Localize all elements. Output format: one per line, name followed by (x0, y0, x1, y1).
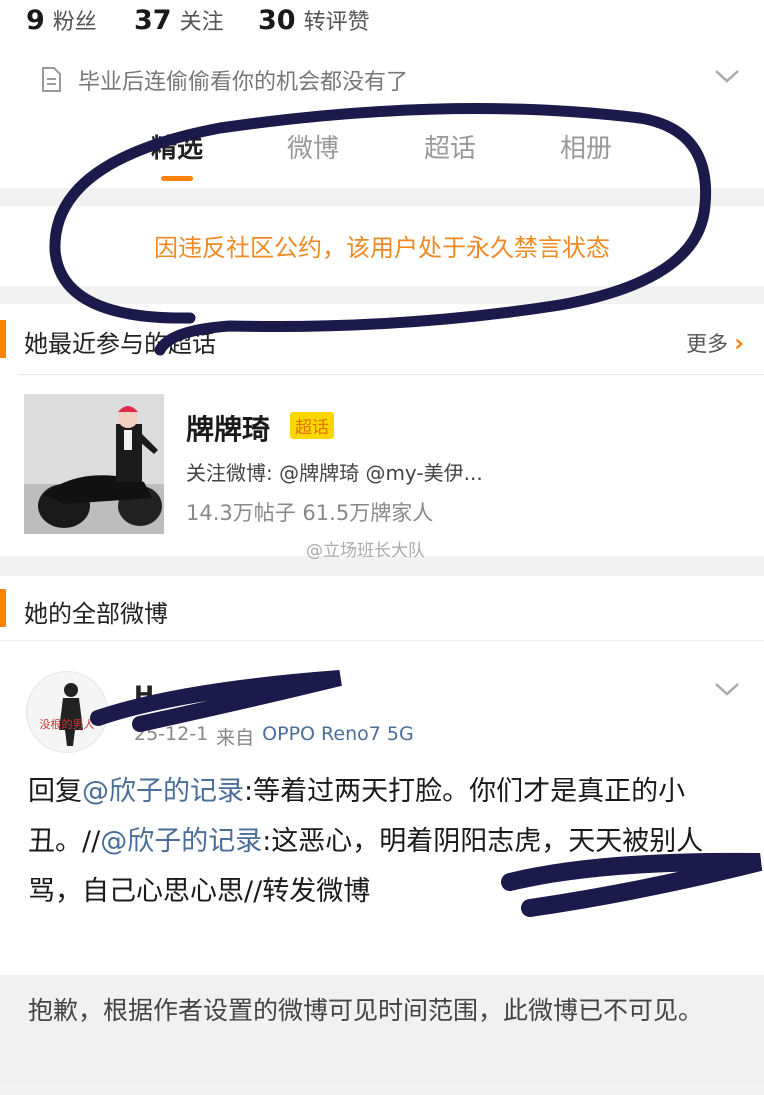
more-link[interactable]: 更多 › (686, 328, 744, 358)
active-tab-indicator (161, 176, 193, 181)
chevron-down-icon[interactable] (714, 681, 740, 697)
following-count: 37 (134, 5, 172, 36)
ban-notice-card: 因违反社区公约，该用户处于永久禁言状态 (0, 206, 764, 286)
tab-weibo[interactable]: 微博 (258, 128, 368, 168)
mention-link[interactable]: @欣子的记录 (82, 776, 244, 807)
more-label: 更多 (686, 332, 729, 356)
document-icon (42, 67, 61, 92)
post-date: 25-12-1 (134, 723, 209, 745)
divider (18, 374, 764, 375)
post-text: 回复 (28, 776, 82, 807)
following-stat[interactable]: 37 关注 (134, 4, 224, 44)
post-username[interactable]: H (134, 681, 154, 709)
super-topics-title: 她最近参与的超话 (24, 330, 216, 358)
topic-cover-image[interactable] (24, 394, 164, 534)
all-posts-header: 她的全部微博 (0, 576, 764, 640)
all-posts-title: 她的全部微博 (24, 600, 168, 628)
avatar-caption: 没根的男人 (39, 718, 95, 731)
bio-row[interactable]: 毕业后连偷偷看你的机会都没有了 (40, 62, 740, 98)
section-accent-bar (0, 589, 6, 627)
section-accent-bar (0, 320, 6, 358)
tab-featured[interactable]: 精选 (122, 128, 232, 168)
avatar-figure (59, 683, 83, 746)
likes-label: 转评赞 (303, 10, 370, 35)
bio-text: 毕业后连偷偷看你的机会都没有了 (78, 70, 409, 95)
topic-stats: 14.3万帖子 61.5万牌家人 (186, 501, 434, 525)
post-source-prefix: 来自 (216, 727, 255, 749)
topic-name[interactable]: 牌牌琦 (186, 408, 270, 448)
chevron-right-icon: › (734, 329, 744, 357)
following-label: 关注 (179, 10, 224, 35)
ban-notice-text: 因违反社区公约，该用户处于永久禁言状态 (154, 234, 610, 262)
fans-count: 9 (26, 5, 45, 36)
supertopic-badge: 超话 (290, 412, 334, 439)
post-meta: 25-12-1 来自 OPPO Reno7 5G (134, 723, 414, 750)
fans-stat[interactable]: 9 粉丝 (26, 4, 97, 44)
tab-supertopic[interactable]: 超话 (395, 128, 505, 168)
tab-album[interactable]: 相册 (531, 128, 641, 168)
likes-stat[interactable]: 30 转评赞 (258, 4, 370, 44)
hidden-post-notice: 抱歉，根据作者设置的微博可见时间范围，此微博已不可见。 (0, 975, 764, 1085)
mention-link[interactable]: @欣子的记录 (100, 826, 262, 857)
super-topics-section: 她最近参与的超话 更多 › 牌牌琦 超话 关注微博: @牌牌琦 @my-美伊..… (0, 304, 764, 556)
topic-follow-info: 关注微博: @牌牌琦 @my-美伊... (186, 461, 483, 485)
likes-count: 30 (258, 5, 296, 36)
watermark-text: @立场班长大队 (306, 541, 425, 561)
motorcycle-photo (24, 394, 164, 534)
hidden-post-text: 抱歉，根据作者设置的微博可见时间范围，此微博已不可见。 (28, 996, 704, 1025)
post-card[interactable]: 没根的男人 H 25-12-1 来自 OPPO Reno7 5G 回复@欣子的记… (0, 641, 764, 975)
post-text: 转发微博 (262, 876, 371, 907)
profile-header: 9 粉丝 37 关注 30 转评赞 毕业后连偷偷看你的机会都没有了 精选 微博 … (0, 0, 764, 188)
post-body: 回复@欣子的记录:等着过两天打脸。你们才是真正的小丑。//@欣子的记录:这恶心，… (28, 767, 738, 917)
fans-label: 粉丝 (52, 10, 97, 35)
post-device[interactable]: OPPO Reno7 5G (262, 723, 414, 750)
avatar[interactable]: 没根的男人 (26, 671, 108, 753)
chevron-down-icon[interactable] (714, 68, 740, 84)
